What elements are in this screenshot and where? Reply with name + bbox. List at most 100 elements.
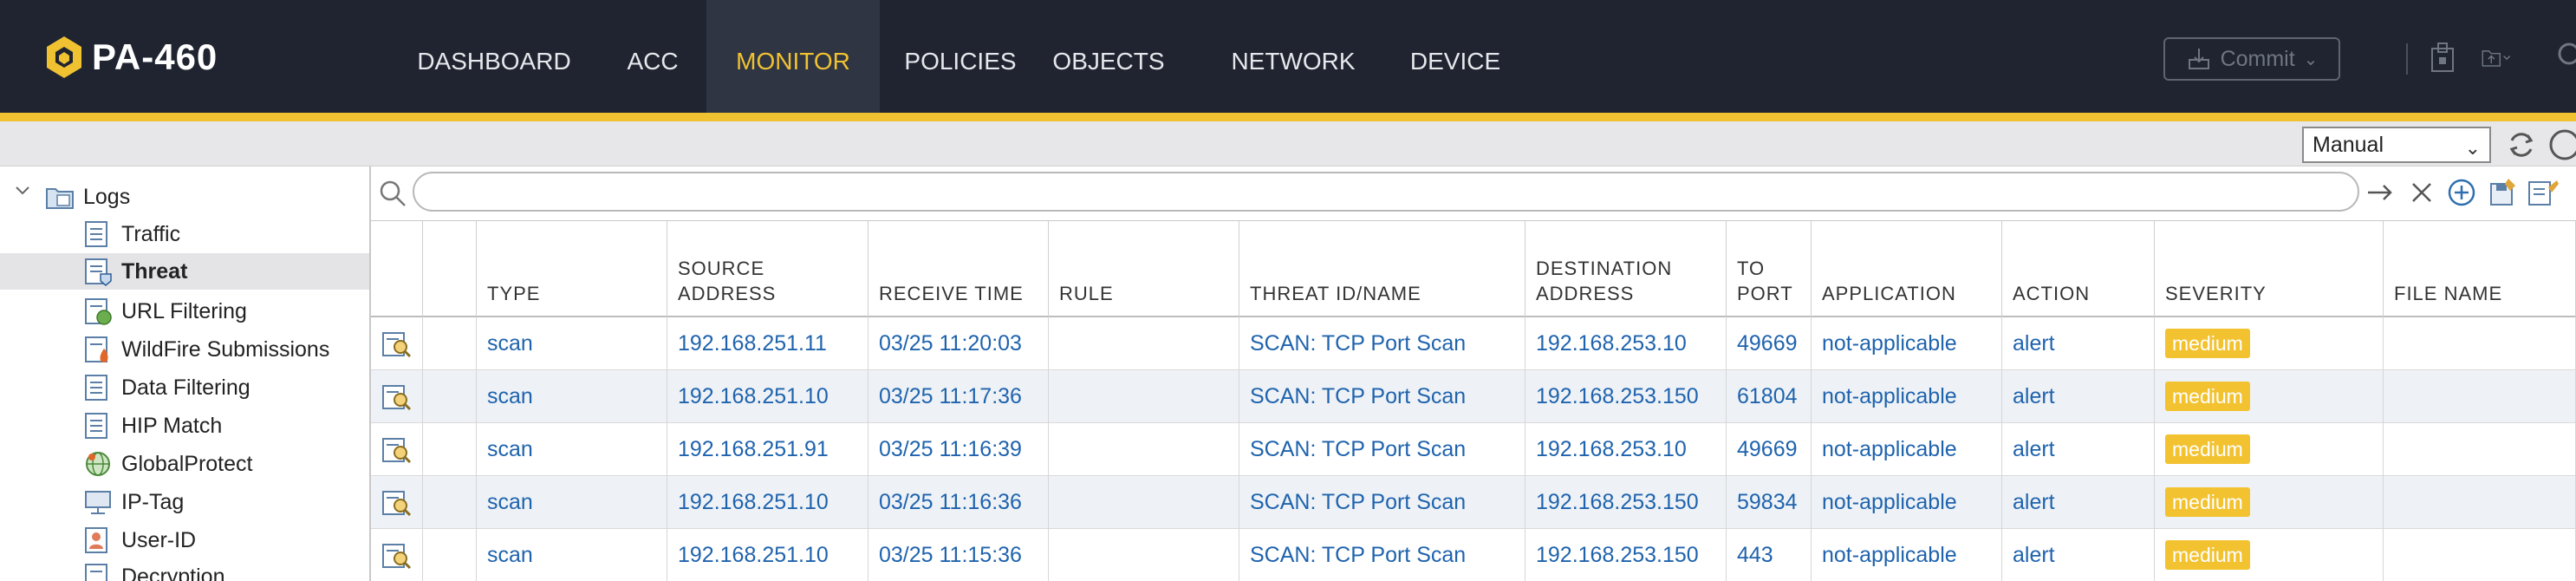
tree-logs-root[interactable]: Logs <box>45 179 130 215</box>
cell-type[interactable]: scan <box>477 476 667 529</box>
sidebar-item-globalprotect[interactable]: GlobalProtect <box>83 446 252 482</box>
log-detail-icon[interactable] <box>381 543 413 571</box>
cell-receive-time[interactable]: 03/25 11:15:36 <box>868 529 1049 581</box>
cell-source-address[interactable]: 192.168.251.10 <box>667 476 868 529</box>
cell-application[interactable]: not-applicable <box>1812 370 2002 423</box>
sidebar-item-wildfire[interactable]: WildFire Submissions <box>83 331 329 368</box>
table-row[interactable]: scan 192.168.251.10 03/25 11:16:36 SCAN: TC… <box>371 476 2576 529</box>
column-header-to-port[interactable]: TO PORT <box>1727 221 1812 318</box>
cell-action[interactable]: alert <box>2002 423 2155 476</box>
sidebar-item-hip-match[interactable]: HIP Match <box>83 408 222 444</box>
column-header-rule[interactable]: RULE <box>1049 221 1239 318</box>
column-header-file-name[interactable]: FILE NAME <box>2384 221 2576 318</box>
refresh-icon[interactable] <box>2505 128 2538 166</box>
cell-application[interactable]: not-applicable <box>1812 476 2002 529</box>
log-filter-input[interactable] <box>413 172 2359 212</box>
cell-detail[interactable] <box>371 423 423 476</box>
apply-filter-arrow-icon[interactable] <box>2363 175 2397 214</box>
lock-config-icon[interactable] <box>2425 40 2460 79</box>
cell-receive-time[interactable]: 03/25 11:16:36 <box>868 476 1049 529</box>
cell-receive-time[interactable]: 03/25 11:17:36 <box>868 370 1049 423</box>
cell-application[interactable]: not-applicable <box>1812 423 2002 476</box>
clear-filter-icon[interactable] <box>2404 175 2439 214</box>
cell-destination-address[interactable]: 192.168.253.10 <box>1525 423 1727 476</box>
cell-destination-address[interactable]: 192.168.253.150 <box>1525 476 1727 529</box>
cell-select[interactable] <box>423 529 477 581</box>
cell-detail[interactable] <box>371 370 423 423</box>
save-filter-icon[interactable] <box>2486 175 2521 214</box>
cell-threat-name[interactable]: SCAN: TCP Port Scan <box>1239 317 1525 370</box>
cell-threat-name[interactable]: SCAN: TCP Port Scan <box>1239 423 1525 476</box>
log-detail-icon[interactable] <box>381 437 413 465</box>
save-config-icon[interactable] <box>2479 40 2514 79</box>
cell-select[interactable] <box>423 423 477 476</box>
log-detail-icon[interactable] <box>381 384 413 412</box>
cell-threat-name[interactable]: SCAN: TCP Port Scan <box>1239 476 1525 529</box>
cell-destination-address[interactable]: 192.168.253.10 <box>1525 317 1727 370</box>
cell-type[interactable]: scan <box>477 529 667 581</box>
cell-destination-address[interactable]: 192.168.253.150 <box>1525 370 1727 423</box>
add-filter-icon[interactable] <box>2444 175 2479 214</box>
nav-policies[interactable]: POLICIES <box>893 0 1028 113</box>
cell-to-port[interactable]: 59834 <box>1727 476 1812 529</box>
log-detail-icon[interactable] <box>381 331 413 359</box>
cell-source-address[interactable]: 192.168.251.10 <box>667 529 868 581</box>
column-header-action[interactable]: ACTION <box>2002 221 2155 318</box>
cell-to-port[interactable]: 61804 <box>1727 370 1812 423</box>
nav-monitor[interactable]: MONITOR <box>706 0 880 113</box>
sidebar-item-traffic[interactable]: Traffic <box>83 216 180 252</box>
column-header-destination-address[interactable]: DESTINATION ADDRESS <box>1525 221 1727 318</box>
cell-destination-address[interactable]: 192.168.253.150 <box>1525 529 1727 581</box>
cell-application[interactable]: not-applicable <box>1812 317 2002 370</box>
table-row[interactable]: scan 192.168.251.10 03/25 11:17:36 SCAN: TC… <box>371 370 2576 423</box>
sidebar-item-threat[interactable]: Threat <box>0 253 369 290</box>
nav-dashboard[interactable]: DASHBOARD <box>399 0 589 113</box>
cell-type[interactable]: scan <box>477 317 667 370</box>
cell-receive-time[interactable]: 03/25 11:20:03 <box>868 317 1049 370</box>
nav-device[interactable]: DEVICE <box>1399 0 1512 113</box>
column-header-source-address[interactable]: SOURCE ADDRESS <box>667 221 868 318</box>
cell-select[interactable] <box>423 476 477 529</box>
column-header-severity[interactable]: SEVERITY <box>2155 221 2384 318</box>
nav-objects[interactable]: OBJECTS <box>1044 0 1174 113</box>
cell-select[interactable] <box>423 317 477 370</box>
cell-source-address[interactable]: 192.168.251.91 <box>667 423 868 476</box>
nav-acc[interactable]: ACC <box>607 0 699 113</box>
cell-to-port[interactable]: 49669 <box>1727 317 1812 370</box>
cell-detail[interactable] <box>371 529 423 581</box>
table-row[interactable]: scan 192.168.251.11 03/25 11:20:03 SCAN: TC… <box>371 317 2576 370</box>
table-row[interactable]: scan 192.168.251.91 03/25 11:16:39 SCAN: TC… <box>371 423 2576 476</box>
load-filter-icon[interactable] <box>2526 175 2560 214</box>
cell-action[interactable]: alert <box>2002 476 2155 529</box>
column-header-threat-id[interactable]: THREAT ID/NAME <box>1239 221 1525 318</box>
cell-source-address[interactable]: 192.168.251.10 <box>667 370 868 423</box>
sidebar-item-data-filtering[interactable]: Data Filtering <box>83 369 250 406</box>
cell-threat-name[interactable]: SCAN: TCP Port Scan <box>1239 529 1525 581</box>
chevron-down-icon[interactable] <box>14 182 31 199</box>
column-header-application[interactable]: APPLICATION <box>1812 221 2002 318</box>
sidebar-item-decryption[interactable]: Decryption <box>83 558 225 581</box>
cell-receive-time[interactable]: 03/25 11:16:39 <box>868 423 1049 476</box>
help-icon[interactable] <box>2548 128 2576 166</box>
cell-to-port[interactable]: 49669 <box>1727 423 1812 476</box>
search-icon[interactable] <box>2552 40 2576 79</box>
cell-select[interactable] <box>423 370 477 423</box>
column-header-type[interactable]: TYPE <box>477 221 667 318</box>
refresh-mode-select[interactable]: Manual ⌄ <box>2302 127 2491 163</box>
nav-network[interactable]: NETWORK <box>1222 0 1364 113</box>
cell-threat-name[interactable]: SCAN: TCP Port Scan <box>1239 370 1525 423</box>
log-detail-icon[interactable] <box>381 490 413 518</box>
column-header-receive-time[interactable]: RECEIVE TIME <box>868 221 1049 318</box>
cell-action[interactable]: alert <box>2002 317 2155 370</box>
cell-action[interactable]: alert <box>2002 370 2155 423</box>
commit-button[interactable]: Commit ⌄ <box>2163 37 2340 81</box>
cell-detail[interactable] <box>371 317 423 370</box>
cell-detail[interactable] <box>371 476 423 529</box>
sidebar-item-user-id[interactable]: User-ID <box>83 522 196 558</box>
cell-action[interactable]: alert <box>2002 529 2155 581</box>
cell-application[interactable]: not-applicable <box>1812 529 2002 581</box>
cell-to-port[interactable]: 443 <box>1727 529 1812 581</box>
sidebar-item-ip-tag[interactable]: IP-Tag <box>83 484 184 520</box>
cell-source-address[interactable]: 192.168.251.11 <box>667 317 868 370</box>
sidebar-item-url-filtering[interactable]: URL Filtering <box>83 293 247 330</box>
